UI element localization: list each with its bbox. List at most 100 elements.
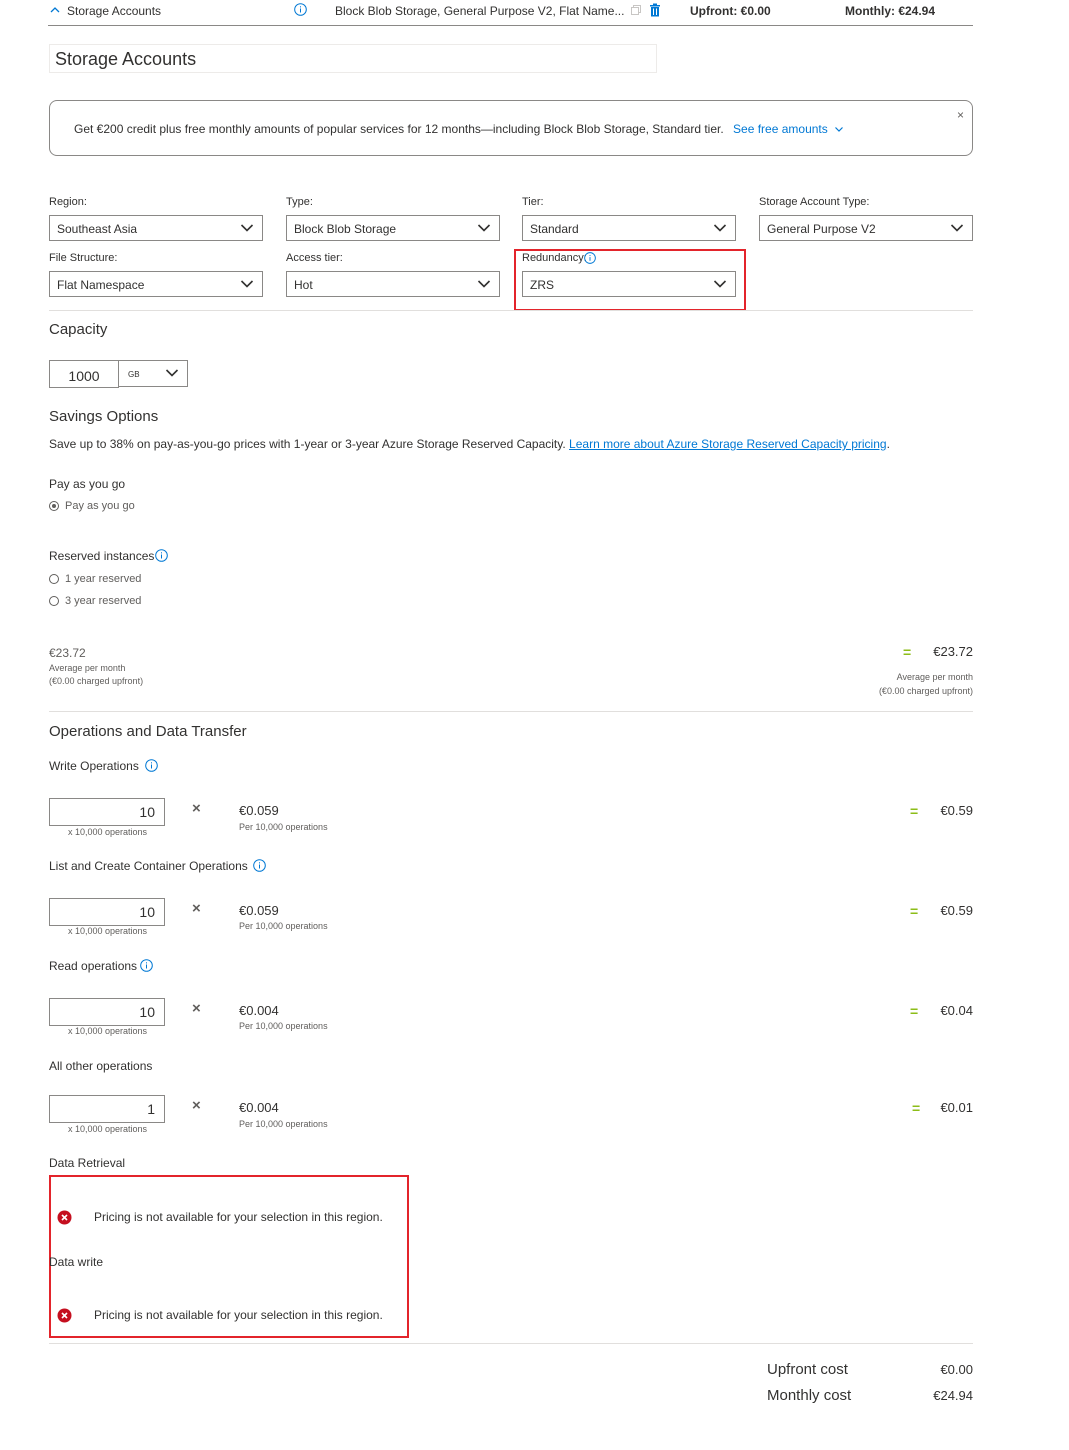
savings-right-price: €23.72 bbox=[933, 644, 973, 659]
tier-select[interactable]: Standard bbox=[522, 215, 736, 241]
reserved-1-year-label: 1 year reserved bbox=[65, 573, 142, 585]
estimate-name-input[interactable]: Storage Accounts bbox=[49, 44, 657, 73]
monthly-summary: Monthly: €24.94 bbox=[845, 4, 936, 18]
reserved-capacity-link[interactable]: Learn more about Azure Storage Reserved … bbox=[569, 437, 887, 451]
chevron-down-icon bbox=[477, 224, 491, 232]
region-select[interactable]: Southeast Asia bbox=[49, 215, 263, 241]
write-operations-input[interactable]: 10 bbox=[49, 798, 165, 826]
equals-sign: = bbox=[910, 1003, 919, 1019]
operations-heading: Operations and Data Transfer bbox=[49, 723, 247, 740]
chevron-down-icon bbox=[835, 127, 844, 132]
chevron-down-icon bbox=[477, 280, 491, 288]
list-create-operations-total: €0.59 bbox=[940, 903, 973, 918]
equals-sign: = bbox=[910, 903, 919, 919]
list-create-operations-unit: x 10,000 operations bbox=[68, 926, 148, 936]
read-operations-unit: x 10,000 operations bbox=[68, 1026, 148, 1036]
data-write-heading: Data write bbox=[49, 1255, 104, 1269]
data-retrieval-heading: Data Retrieval bbox=[49, 1156, 126, 1170]
chevron-down-icon bbox=[713, 224, 727, 232]
other-operations-label: All other operations bbox=[49, 1059, 153, 1073]
chevron-down-icon bbox=[950, 224, 964, 232]
copy-icon[interactable] bbox=[630, 4, 642, 16]
access-tier-value: Hot bbox=[294, 278, 313, 292]
tier-value: Standard bbox=[530, 222, 579, 236]
access-tier-label: Access tier: bbox=[286, 252, 343, 264]
savings-text-end: . bbox=[886, 437, 890, 451]
estimate-item-header[interactable]: Storage Accounts Block Blob Storage, Gen… bbox=[48, 0, 973, 26]
region-label: Region: bbox=[49, 196, 87, 208]
savings-text: Save up to 38% on pay-as-you-go prices w… bbox=[49, 437, 566, 451]
reserved-1-year-radio[interactable] bbox=[49, 574, 59, 584]
equals-sign: = bbox=[903, 644, 912, 660]
redundancy-value: ZRS bbox=[530, 278, 554, 292]
estimate-item-description: Block Blob Storage, General Purpose V2, … bbox=[335, 4, 625, 18]
error-icon bbox=[57, 1210, 72, 1225]
equals-sign: = bbox=[910, 803, 919, 819]
see-free-amounts-link[interactable]: See free amounts bbox=[733, 122, 844, 136]
redundancy-select[interactable]: ZRS bbox=[522, 271, 736, 297]
type-value: Block Blob Storage bbox=[294, 222, 397, 236]
read-operations-per: Per 10,000 operations bbox=[239, 1021, 328, 1031]
list-create-operations-price: €0.059 bbox=[239, 903, 279, 918]
close-banner-button[interactable]: × bbox=[957, 108, 964, 122]
banner-text: Get €200 credit plus free monthly amount… bbox=[74, 122, 724, 136]
payg-radio[interactable] bbox=[49, 501, 59, 511]
capacity-input[interactable]: 1000 bbox=[49, 360, 119, 388]
account-type-value: General Purpose V2 bbox=[767, 222, 876, 236]
error-icon bbox=[57, 1308, 72, 1323]
type-select[interactable]: Block Blob Storage bbox=[286, 215, 500, 241]
write-operations-unit: x 10,000 operations bbox=[68, 827, 148, 837]
file-structure-select[interactable]: Flat Namespace bbox=[49, 271, 263, 297]
chevron-down-icon bbox=[240, 280, 254, 288]
list-create-operations-input[interactable]: 10 bbox=[49, 898, 165, 926]
delete-icon[interactable] bbox=[649, 3, 661, 17]
read-operations-total: €0.04 bbox=[940, 1003, 973, 1018]
chevron-down-icon bbox=[713, 280, 727, 288]
upfront-summary: Upfront: €0.00 bbox=[690, 4, 771, 18]
other-operations-input[interactable]: 1 bbox=[49, 1095, 165, 1123]
chevron-up-icon[interactable] bbox=[48, 3, 62, 17]
free-credit-banner: Get €200 credit plus free monthly amount… bbox=[49, 100, 973, 156]
region-value: Southeast Asia bbox=[57, 222, 138, 236]
info-icon[interactable] bbox=[294, 3, 307, 16]
reserved-3-year-radio[interactable] bbox=[49, 596, 59, 606]
monthly-cost-value: €24.94 bbox=[933, 1388, 973, 1403]
data-write-error: Pricing is not available for your select… bbox=[94, 1308, 383, 1322]
equals-sign: = bbox=[912, 1100, 921, 1116]
payg-heading: Pay as you go bbox=[49, 477, 126, 491]
savings-left-avg: Average per month bbox=[49, 663, 126, 673]
read-operations-input[interactable]: 10 bbox=[49, 998, 165, 1026]
info-icon[interactable] bbox=[140, 959, 153, 972]
list-create-operations-label: List and Create Container Operations bbox=[49, 859, 248, 873]
divider bbox=[49, 310, 973, 311]
estimate-item-title: Storage Accounts bbox=[67, 4, 162, 18]
account-type-select[interactable]: General Purpose V2 bbox=[759, 215, 973, 241]
reserved-3-year-label: 3 year reserved bbox=[65, 595, 142, 607]
upfront-cost-label: Upfront cost bbox=[767, 1361, 848, 1378]
multiply-sign: × bbox=[192, 800, 201, 817]
other-operations-total: €0.01 bbox=[940, 1100, 973, 1115]
info-icon[interactable] bbox=[155, 549, 168, 562]
write-operations-total: €0.59 bbox=[940, 803, 973, 818]
write-operations-per: Per 10,000 operations bbox=[239, 822, 328, 832]
chevron-down-icon bbox=[165, 369, 179, 377]
info-icon[interactable] bbox=[253, 859, 266, 872]
divider bbox=[49, 1343, 973, 1344]
other-operations-per: Per 10,000 operations bbox=[239, 1119, 328, 1129]
upfront-cost-value: €0.00 bbox=[940, 1362, 973, 1377]
see-free-amounts-label: See free amounts bbox=[733, 122, 828, 136]
account-type-label: Storage Account Type: bbox=[759, 196, 870, 208]
info-icon[interactable] bbox=[145, 759, 158, 772]
write-operations-label: Write Operations bbox=[49, 759, 139, 773]
access-tier-select[interactable]: Hot bbox=[286, 271, 500, 297]
capacity-unit-select[interactable]: GB bbox=[118, 360, 188, 387]
info-icon[interactable] bbox=[584, 252, 596, 264]
monthly-cost-label: Monthly cost bbox=[767, 1387, 852, 1404]
capacity-unit-value: GB bbox=[128, 370, 140, 379]
savings-left-upfront: (€0.00 charged upfront) bbox=[49, 676, 144, 686]
savings-description: Save up to 38% on pay-as-you-go prices w… bbox=[49, 437, 890, 451]
file-structure-value: Flat Namespace bbox=[57, 278, 145, 292]
list-create-operations-per: Per 10,000 operations bbox=[239, 921, 328, 931]
read-operations-price: €0.004 bbox=[239, 1003, 279, 1018]
chevron-down-icon bbox=[240, 224, 254, 232]
